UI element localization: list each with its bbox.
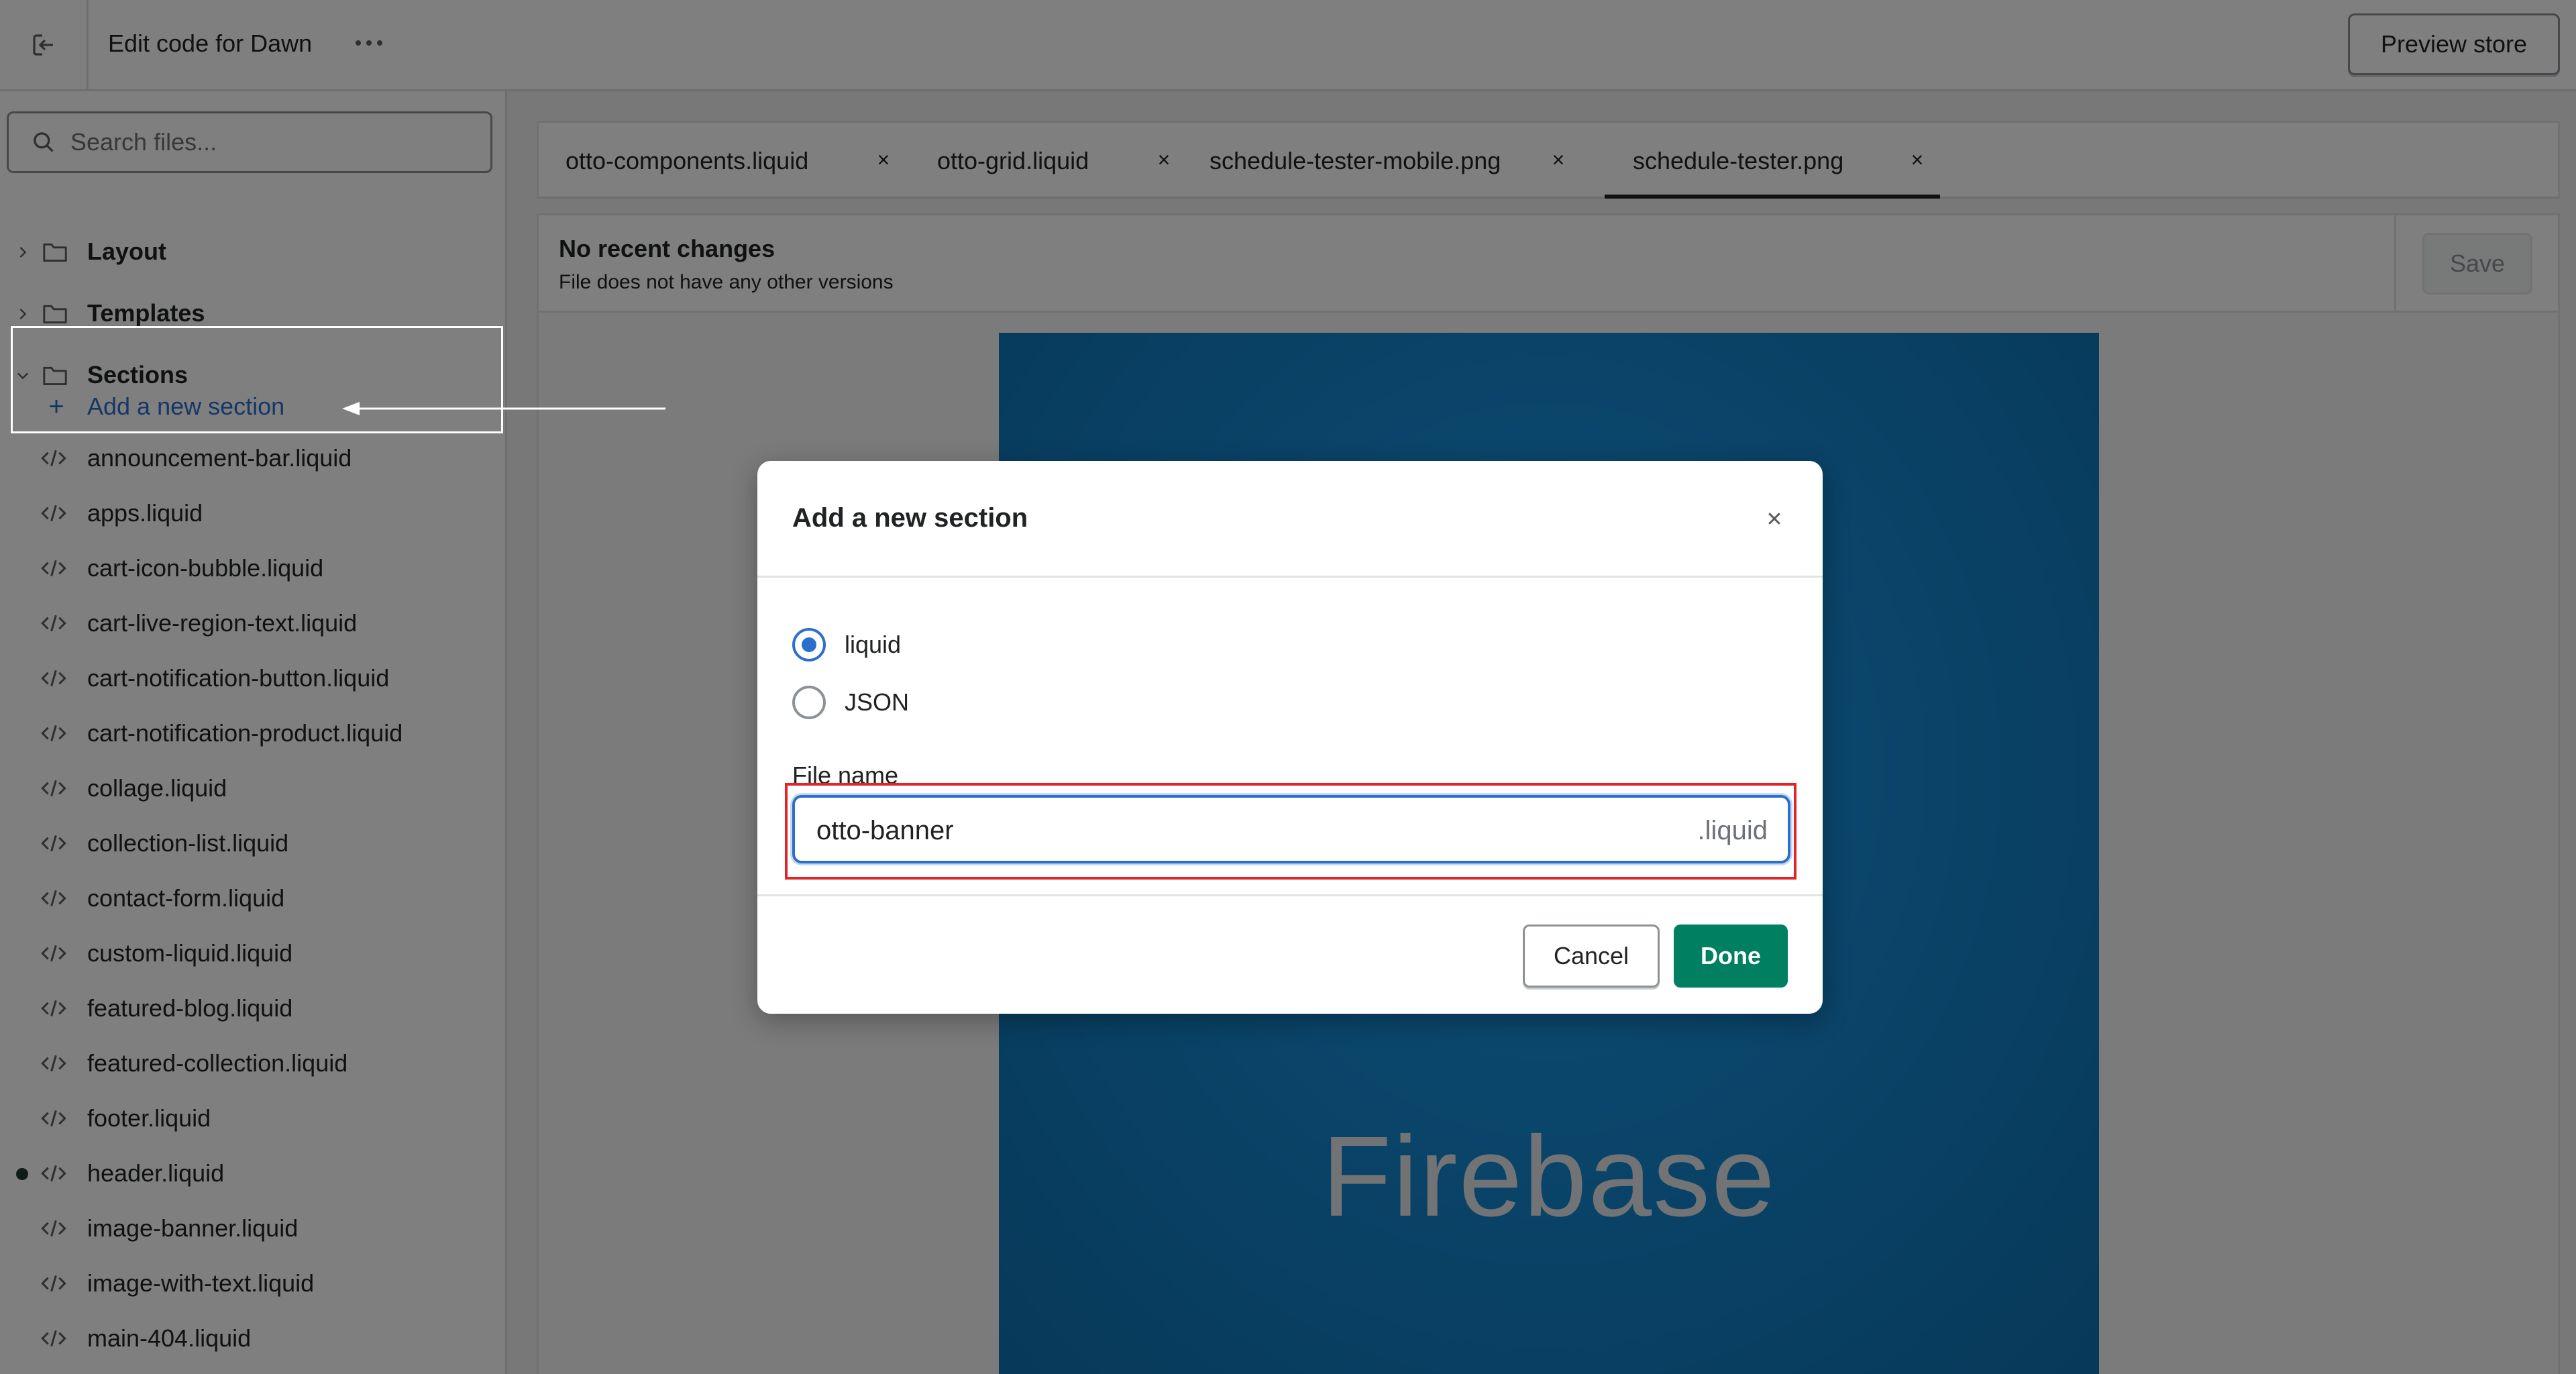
dialog-footer: Cancel Done — [757, 894, 1823, 1014]
file-name-field[interactable]: .liquid — [792, 795, 1790, 863]
radio-label: JSON — [845, 688, 910, 716]
dialog-close-button[interactable] — [1754, 498, 1794, 539]
dialog-title: Add a new section — [792, 503, 1028, 533]
file-extension-suffix: .liquid — [1697, 816, 1768, 845]
close-icon — [1768, 513, 1780, 525]
radio-label: liquid — [845, 631, 902, 658]
file-name-input[interactable] — [815, 810, 1623, 851]
done-button[interactable]: Done — [1674, 924, 1788, 988]
radio-button[interactable] — [792, 686, 826, 719]
radio-option-json[interactable]: JSON — [792, 682, 909, 723]
add-section-dialog: Add a new section liquid JSON File name … — [757, 461, 1823, 1014]
radio-option-liquid[interactable]: liquid — [792, 625, 901, 665]
radio-button[interactable] — [792, 628, 826, 662]
cancel-button[interactable]: Cancel — [1523, 924, 1660, 988]
dialog-header: Add a new section — [757, 461, 1823, 578]
